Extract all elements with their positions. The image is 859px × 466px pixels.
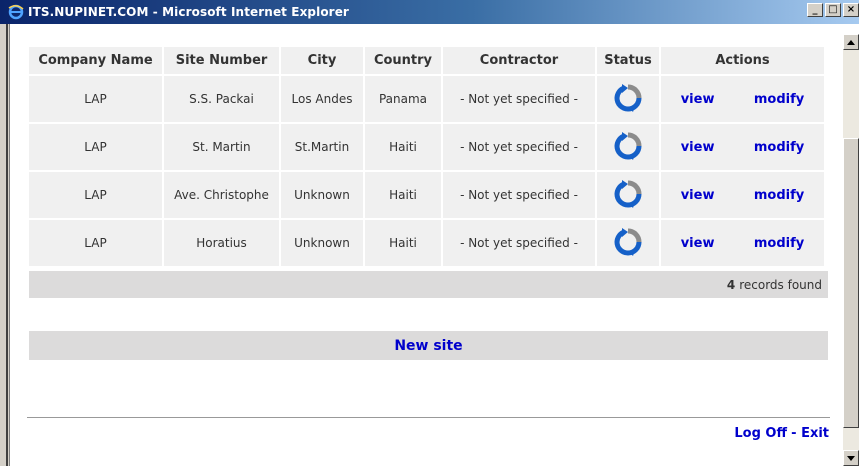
refresh-icon[interactable] xyxy=(614,83,642,115)
cell-contractor: - Not yet specified - xyxy=(443,172,595,218)
scroll-down-arrow-icon[interactable] xyxy=(843,450,859,466)
column-header-contractor: Contractor xyxy=(443,47,595,74)
column-header-site-number: Site Number xyxy=(164,47,279,74)
footer-links: Log Off - Exit xyxy=(734,426,829,441)
cell-country: Haiti xyxy=(365,220,441,266)
modify-link[interactable]: modify xyxy=(754,236,804,251)
cell-country: Haiti xyxy=(365,124,441,170)
column-header-city: City xyxy=(281,47,363,74)
cell-city: St.Martin xyxy=(281,124,363,170)
scroll-thumb[interactable] xyxy=(843,138,859,428)
view-link[interactable]: view xyxy=(681,188,715,203)
table-row: LAP Horatius Unknown Haiti - Not yet spe… xyxy=(29,220,824,266)
view-link[interactable]: view xyxy=(681,140,715,155)
cell-site-number: St. Martin xyxy=(164,124,279,170)
close-button[interactable]: × xyxy=(843,3,859,17)
cell-company: LAP xyxy=(29,124,162,170)
cell-actions: view modify xyxy=(661,220,824,266)
window-titlebar[interactable]: ITS.NUPINET.COM - Microsoft Internet Exp… xyxy=(0,0,859,24)
minimize-button[interactable]: _ xyxy=(807,3,823,17)
refresh-icon[interactable] xyxy=(614,131,642,163)
cell-company: LAP xyxy=(29,220,162,266)
cell-country: Panama xyxy=(365,76,441,122)
scroll-up-arrow-icon[interactable] xyxy=(843,34,859,50)
cell-city: Unknown xyxy=(281,220,363,266)
cell-contractor: - Not yet specified - xyxy=(443,76,595,122)
cell-site-number: S.S. Packai xyxy=(164,76,279,122)
records-label: records found xyxy=(739,277,822,292)
refresh-icon[interactable] xyxy=(614,227,642,259)
sites-table: Company Name Site Number City Country Co… xyxy=(27,45,826,268)
table-row: LAP St. Martin St.Martin Haiti - Not yet… xyxy=(29,124,824,170)
cell-status xyxy=(597,172,659,218)
logoff-link[interactable]: Log Off xyxy=(734,426,787,441)
window-title: ITS.NUPINET.COM - Microsoft Internet Exp… xyxy=(28,5,349,19)
cell-city: Los Andes xyxy=(281,76,363,122)
view-link[interactable]: view xyxy=(681,92,715,107)
cell-status xyxy=(597,220,659,266)
modify-link[interactable]: modify xyxy=(754,188,804,203)
records-count-bar: 4 records found xyxy=(29,271,828,298)
cell-contractor: - Not yet specified - xyxy=(443,124,595,170)
cell-actions: view modify xyxy=(661,76,824,122)
maximize-button[interactable]: □ xyxy=(825,3,841,17)
cell-actions: view modify xyxy=(661,124,824,170)
cell-site-number: Ave. Christophe xyxy=(164,172,279,218)
footer-divider xyxy=(27,417,830,418)
cell-country: Haiti xyxy=(365,172,441,218)
column-header-status: Status xyxy=(597,47,659,74)
table-header-row: Company Name Site Number City Country Co… xyxy=(29,47,824,74)
cell-city: Unknown xyxy=(281,172,363,218)
cell-site-number: Horatius xyxy=(164,220,279,266)
cell-company: LAP xyxy=(29,172,162,218)
internet-explorer-icon xyxy=(8,4,24,20)
window-controls: _ □ × xyxy=(807,3,859,17)
column-header-company: Company Name xyxy=(29,47,162,74)
cell-company: LAP xyxy=(29,76,162,122)
sites-table-container: Company Name Site Number City Country Co… xyxy=(29,47,828,268)
footer-separator: - xyxy=(791,426,802,441)
vertical-scrollbar[interactable] xyxy=(843,34,859,466)
view-link[interactable]: view xyxy=(681,236,715,251)
table-row: LAP Ave. Christophe Unknown Haiti - Not … xyxy=(29,172,824,218)
new-site-bar: New site xyxy=(29,331,828,360)
cell-status xyxy=(597,124,659,170)
cell-contractor: - Not yet specified - xyxy=(443,220,595,266)
records-count: 4 xyxy=(726,277,736,292)
exit-link[interactable]: Exit xyxy=(801,426,829,441)
modify-link[interactable]: modify xyxy=(754,92,804,107)
refresh-icon[interactable] xyxy=(614,179,642,211)
column-header-actions: Actions xyxy=(661,47,824,74)
window-left-border xyxy=(0,24,10,466)
modify-link[interactable]: modify xyxy=(754,140,804,155)
column-header-country: Country xyxy=(365,47,441,74)
cell-status xyxy=(597,76,659,122)
table-row: LAP S.S. Packai Los Andes Panama - Not y… xyxy=(29,76,824,122)
new-site-link[interactable]: New site xyxy=(394,338,462,354)
cell-actions: view modify xyxy=(661,172,824,218)
